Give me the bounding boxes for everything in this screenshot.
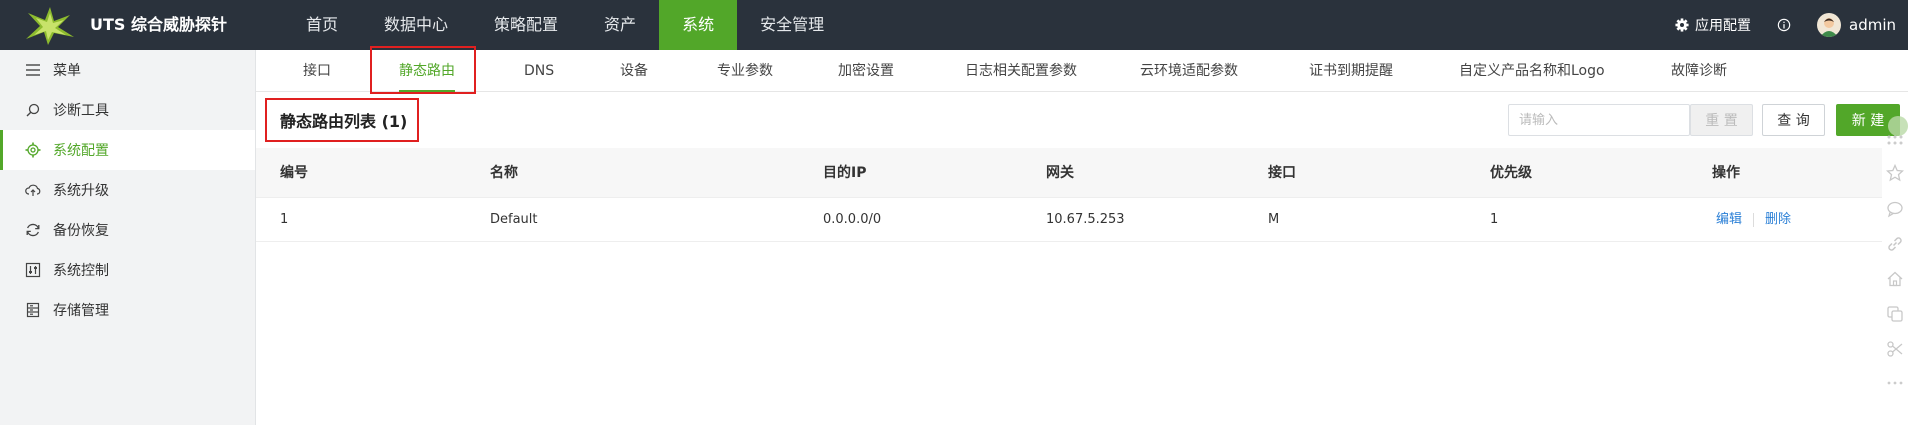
more-icon[interactable] — [1886, 374, 1904, 392]
gear-icon — [25, 142, 41, 158]
app-config-button[interactable]: 应用配置 — [1675, 15, 1751, 35]
tab-dns[interactable]: DNS — [524, 50, 554, 92]
cell-name: Default — [490, 212, 538, 227]
nav-policy-config[interactable]: 策略配置 — [471, 0, 581, 50]
nav-security-management[interactable]: 安全管理 — [737, 0, 847, 50]
menu-icon — [26, 64, 40, 76]
column-header-gateway: 网关 — [1046, 165, 1074, 181]
sidebar-item-system-upgrade[interactable]: 系统升级 — [0, 170, 255, 210]
home-icon[interactable] — [1886, 270, 1904, 288]
info-icon[interactable] — [1777, 18, 1791, 32]
tab-encryption-settings[interactable]: 加密设置 — [838, 50, 894, 92]
column-header-interface: 接口 — [1268, 165, 1296, 181]
nav-data-center[interactable]: 数据中心 — [361, 0, 471, 50]
query-button[interactable]: 查 询 — [1762, 104, 1825, 136]
floating-indicator — [1888, 116, 1908, 136]
nav-home[interactable]: 首页 — [283, 0, 361, 50]
tab-cloud-adaptation-params[interactable]: 云环境适配参数 — [1140, 50, 1238, 92]
sidebar-item-diagnostic-tools[interactable]: 诊断工具 — [0, 90, 255, 130]
tab-fault-diagnosis[interactable]: 故障诊断 — [1671, 50, 1727, 92]
sidebar-menu-toggle[interactable]: 菜单 — [0, 50, 255, 90]
sidebar-item-label: 菜单 — [53, 63, 81, 79]
column-header-id: 编号 — [280, 165, 308, 181]
column-header-name: 名称 — [490, 165, 518, 181]
sidebar-item-label: 系统配置 — [53, 143, 109, 159]
top-bar: UTS 综合威胁探针 首页 数据中心 策略配置 资产 系统 安全管理 应用配置 … — [0, 0, 1908, 50]
nav-system[interactable]: 系统 — [659, 0, 738, 50]
app-config-label: 应用配置 — [1695, 18, 1751, 34]
cell-id: 1 — [280, 212, 289, 227]
sidebar-item-label: 诊断工具 — [53, 103, 109, 119]
action-divider — [1753, 213, 1754, 227]
username: admin — [1849, 16, 1896, 34]
search-input[interactable] — [1508, 104, 1690, 136]
nav-assets[interactable]: 资产 — [581, 0, 659, 50]
tab-cert-expiry-reminder[interactable]: 证书到期提醒 — [1309, 50, 1393, 92]
edit-link[interactable]: 编辑 — [1716, 198, 1742, 242]
search-icon — [26, 103, 40, 117]
list-title: 静态路由列表 (1) — [280, 112, 408, 131]
tab-log-config-params[interactable]: 日志相关配置参数 — [965, 50, 1077, 92]
table-row: 1 Default 0.0.0.0/0 10.67.5.253 M 1 编辑 删… — [256, 198, 1882, 242]
user-menu[interactable]: admin — [1817, 13, 1896, 37]
copy-icon[interactable] — [1886, 305, 1904, 323]
logo-icon — [26, 7, 74, 45]
delete-link[interactable]: 删除 — [1765, 198, 1791, 242]
sidebar: 菜单 诊断工具 系统配置 系统升级 备份恢复 系统控制 存储管理 — [0, 50, 256, 425]
sub-tabs: 接口 静态路由 DNS 设备 专业参数 加密设置 日志相关配置参数 云环境适配参… — [256, 50, 1908, 92]
top-right-area: 应用配置 admin — [1675, 0, 1908, 50]
main-nav: 首页 数据中心 策略配置 资产 系统 安全管理 — [283, 0, 847, 50]
table-header: 编号 名称 目的IP 网关 接口 优先级 操作 — [256, 148, 1882, 198]
sidebar-item-system-config[interactable]: 系统配置 — [0, 130, 255, 170]
grid-icon[interactable] — [1886, 134, 1904, 152]
cell-interface: M — [1268, 212, 1280, 227]
sidebar-item-backup-restore[interactable]: 备份恢复 — [0, 210, 255, 250]
tab-devices[interactable]: 设备 — [620, 50, 648, 92]
cell-priority: 1 — [1490, 212, 1499, 227]
column-header-dest-ip: 目的IP — [823, 165, 867, 181]
sidebar-item-label: 存储管理 — [53, 303, 109, 319]
refresh-icon — [26, 223, 40, 237]
cloud-upload-icon — [25, 184, 41, 196]
control-icon — [25, 262, 41, 278]
sidebar-item-label: 备份恢复 — [53, 223, 109, 239]
storage-icon — [26, 302, 40, 318]
star-icon[interactable] — [1886, 164, 1904, 182]
scissors-icon[interactable] — [1886, 340, 1904, 358]
tab-interface[interactable]: 接口 — [303, 50, 331, 92]
comment-icon[interactable] — [1886, 200, 1904, 218]
sidebar-item-label: 系统控制 — [53, 263, 109, 279]
sidebar-item-system-control[interactable]: 系统控制 — [0, 250, 255, 290]
tab-custom-product-name-logo[interactable]: 自定义产品名称和Logo — [1459, 50, 1605, 92]
column-header-priority: 优先级 — [1490, 165, 1532, 181]
sidebar-item-storage-management[interactable]: 存储管理 — [0, 290, 255, 330]
gear-icon — [1675, 18, 1689, 32]
column-header-actions: 操作 — [1712, 165, 1740, 181]
tab-static-route[interactable]: 静态路由 — [399, 50, 455, 92]
cell-gateway: 10.67.5.253 — [1046, 212, 1125, 227]
link-icon[interactable] — [1886, 235, 1904, 253]
cell-dest-ip: 0.0.0.0/0 — [823, 212, 882, 227]
avatar — [1817, 13, 1841, 37]
reset-button[interactable]: 重 置 — [1690, 104, 1753, 136]
brand-title: UTS 综合威胁探针 — [90, 15, 228, 34]
tab-professional-params[interactable]: 专业参数 — [717, 50, 773, 92]
sidebar-item-label: 系统升级 — [53, 183, 109, 199]
